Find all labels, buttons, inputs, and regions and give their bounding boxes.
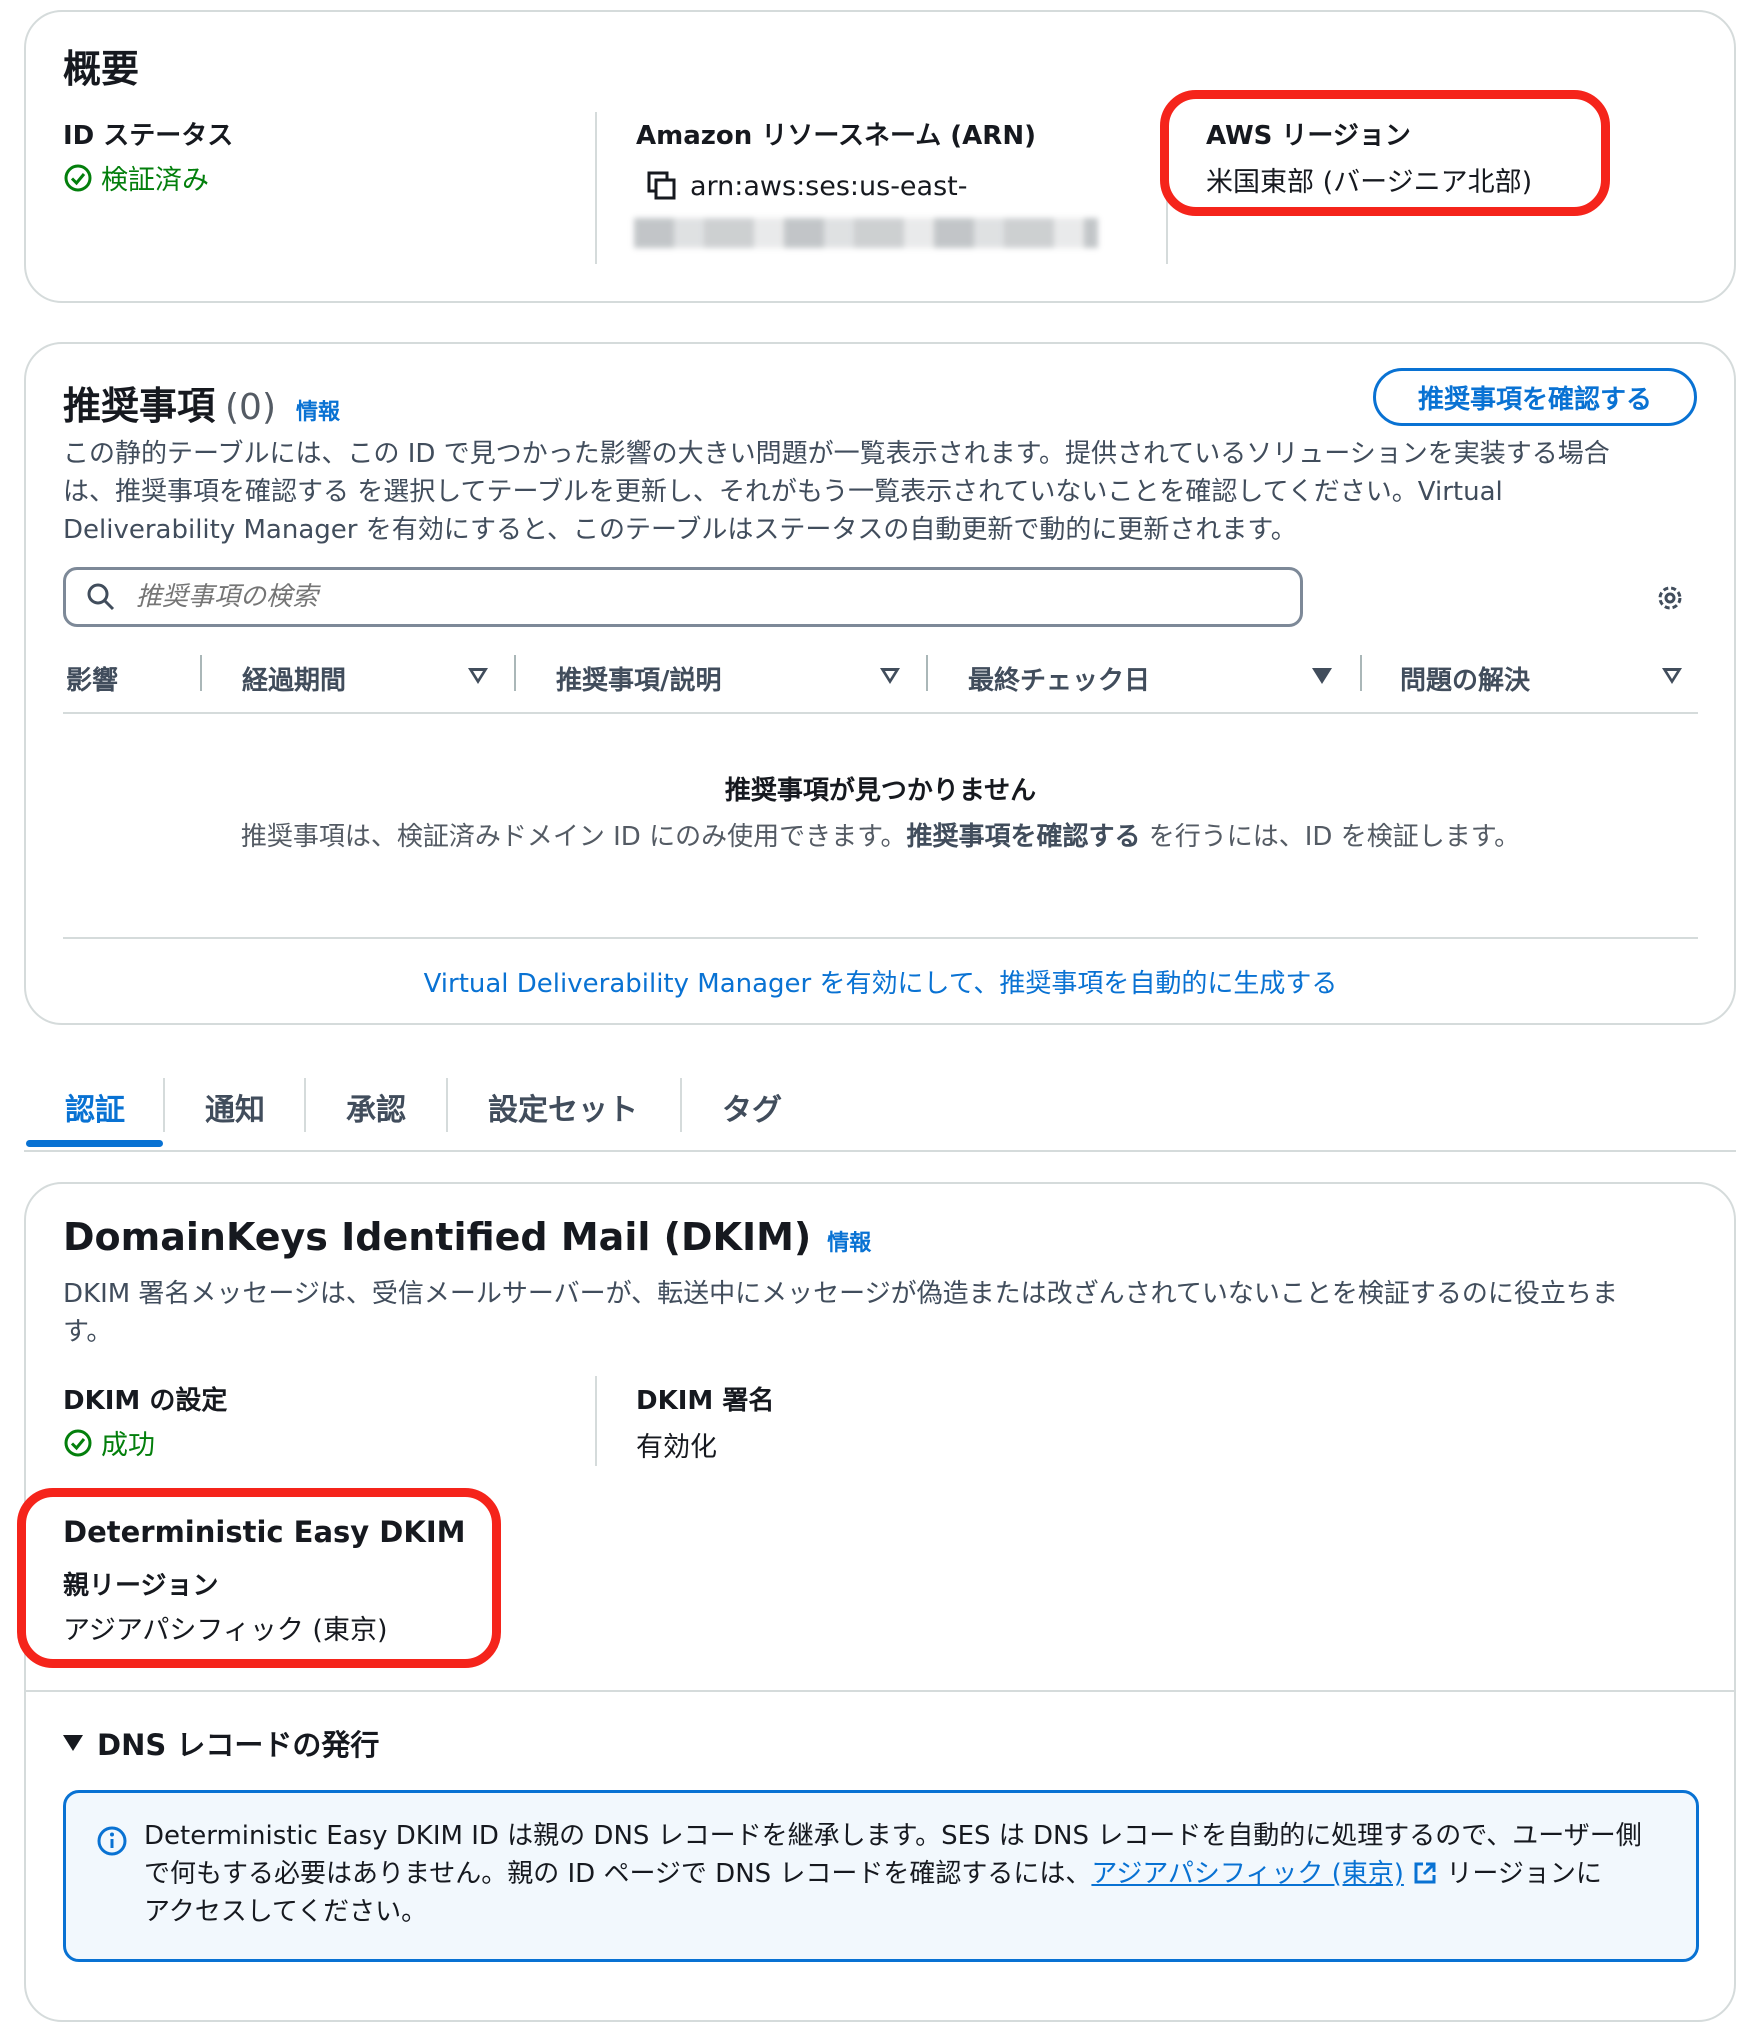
dkim-signing-value: 有効化 [636, 1432, 717, 1463]
empty-state-title: 推奨事項が見つかりません [724, 776, 1037, 806]
divider [1166, 112, 1168, 264]
check-circle-icon [64, 164, 92, 191]
dkim-signing-label: DKIM 署名 [636, 1386, 775, 1416]
recommendations-title: 推奨事項 [63, 384, 216, 428]
tab-notifications[interactable]: 通知 [205, 1085, 265, 1129]
id-status-label: ID ステータス [63, 121, 234, 151]
info-link[interactable]: 情報 [296, 394, 340, 426]
column-header-impact[interactable]: 影響 [66, 660, 118, 697]
empty-state-text: 推奨事項は、検証済みドメイン ID にのみ使用できます。推奨事項を確認する を行… [240, 822, 1521, 852]
sort-descending-icon[interactable] [1312, 668, 1332, 684]
recommendations-count: (0) [225, 387, 277, 428]
tab-tags[interactable]: タグ [722, 1085, 782, 1129]
tab-divider [163, 1078, 165, 1132]
overview-title: 概要 [63, 47, 140, 91]
dkim-config-label: DKIM の設定 [63, 1386, 228, 1416]
active-tab-indicator [26, 1140, 163, 1147]
dkim-title: DomainKeys Identified Mail (DKIM) [63, 1215, 812, 1259]
search-input[interactable] [134, 581, 1238, 613]
tab-divider [680, 1078, 682, 1132]
column-divider [1360, 655, 1362, 691]
column-header-last-checked[interactable]: 最終チェック日 [968, 660, 1150, 697]
sort-icon[interactable] [1662, 668, 1682, 684]
section-divider [26, 1690, 1734, 1692]
parent-region-label: 親リージョン [63, 1571, 219, 1601]
divider [595, 1376, 597, 1466]
region-value: 米国東部 (バージニア北部) [1206, 167, 1533, 198]
dkim-description: DKIM 署名メッセージは、受信メールサーバーが、転送中にメッセージが偽造または… [63, 1279, 1618, 1347]
sort-icon[interactable] [468, 668, 488, 684]
dns-records-toggle[interactable]: DNS レコードの発行 [63, 1722, 379, 1764]
sort-icon[interactable] [880, 668, 900, 684]
recommendations-header: 推奨事項 (0) 情報 [63, 375, 340, 430]
column-header-resolve[interactable]: 問題の解決 [1400, 660, 1530, 697]
arn-value[interactable]: arn:aws:ses:us-east- [646, 170, 968, 202]
arn-redacted [634, 218, 1098, 248]
tab-configuration-sets[interactable]: 設定セット [488, 1085, 638, 1129]
check-circle-icon [64, 1429, 92, 1456]
region-label: AWS リージョン [1206, 121, 1411, 151]
tokyo-region-link[interactable]: アジアパシフィック (東京) [1091, 1859, 1403, 1889]
tab-divider [446, 1078, 448, 1132]
copy-icon[interactable] [646, 170, 678, 202]
dkim-header: DomainKeys Identified Mail (DKIM) 情報 [63, 1215, 871, 1259]
tab-authentication[interactable]: 認証 [65, 1085, 125, 1129]
table-header-divider [63, 712, 1698, 714]
column-divider [926, 655, 928, 691]
search-icon [87, 583, 115, 611]
id-status-value: 検証済み [63, 158, 209, 197]
settings-gear-icon[interactable] [1654, 582, 1686, 614]
tab-divider [304, 1078, 306, 1132]
overview-card [24, 10, 1736, 303]
search-box[interactable] [63, 567, 1303, 627]
column-header-age[interactable]: 経過期間 [242, 660, 346, 697]
info-circle-icon [97, 1826, 127, 1856]
table-footer-divider [63, 937, 1698, 939]
tab-authorization[interactable]: 承認 [346, 1085, 406, 1129]
easy-dkim-title: Deterministic Easy DKIM [63, 1515, 466, 1549]
review-recommendations-button[interactable]: 推奨事項を確認する [1373, 368, 1697, 426]
enable-vdm-link[interactable]: Virtual Deliverability Manager を有効にして、推奨… [63, 963, 1698, 1000]
arn-label: Amazon リソースネーム (ARN) [636, 121, 1036, 151]
column-header-recommendation[interactable]: 推奨事項/説明 [556, 660, 722, 697]
column-divider [514, 655, 516, 691]
column-divider [200, 655, 202, 691]
divider [595, 112, 597, 264]
info-link[interactable]: 情報 [827, 1225, 871, 1257]
recommendations-description: この静的テーブルには、この ID で見つかった影響の大きい問題が一覧表示されます… [63, 439, 1610, 545]
parent-region-value: アジアパシフィック (東京) [63, 1615, 388, 1646]
info-alert-text: Deterministic Easy DKIM ID は親の DNS レコードを… [144, 1821, 1642, 1927]
external-link-icon[interactable] [1412, 1860, 1438, 1886]
dkim-config-value: 成功 [63, 1423, 155, 1462]
tabs-baseline [24, 1150, 1736, 1152]
info-alert: Deterministic Easy DKIM ID は親の DNS レコードを… [63, 1790, 1699, 1962]
caret-down-icon [63, 1735, 83, 1751]
